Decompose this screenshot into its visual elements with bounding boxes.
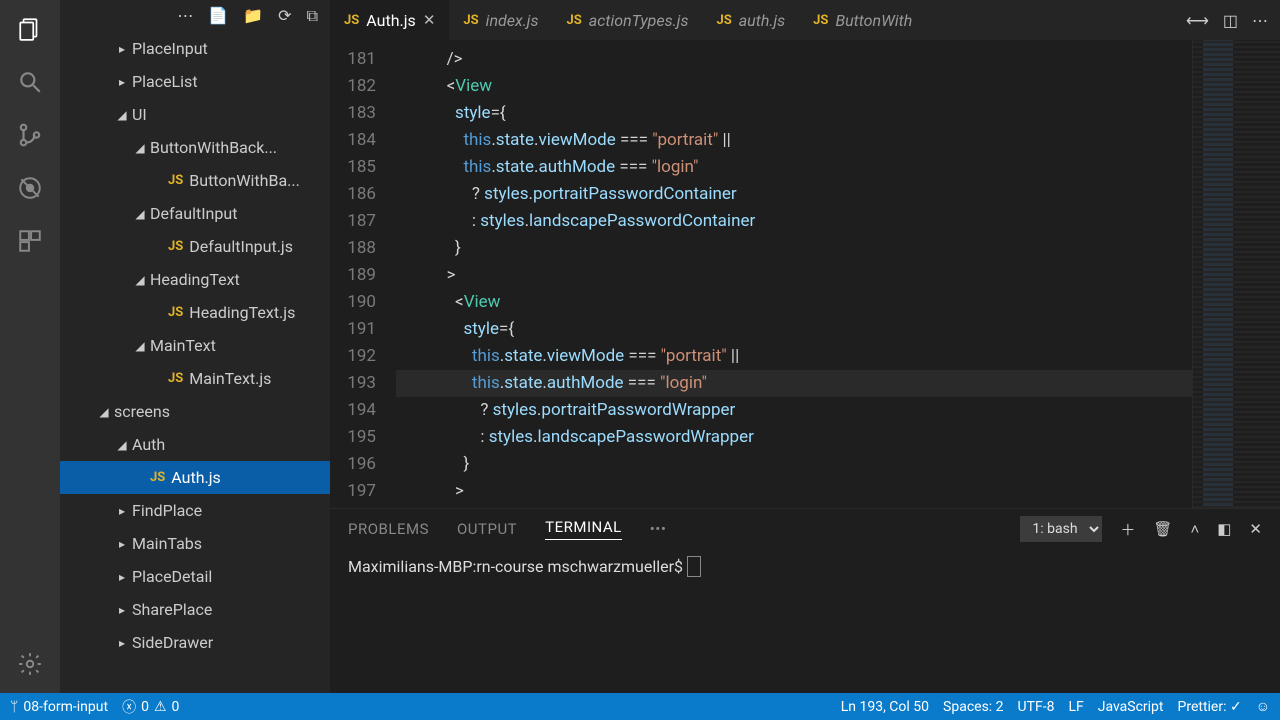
editor-tab[interactable]: JSButtonWith	[799, 0, 926, 40]
twist-icon: ▸	[116, 603, 128, 617]
panel-tab-problems[interactable]: PROBLEMS	[348, 520, 429, 538]
js-file-icon: JS	[168, 239, 183, 254]
panel-tab-output[interactable]: OUTPUT	[457, 520, 517, 538]
file-item[interactable]: JSButtonWithBa...	[60, 164, 330, 197]
panel-more-icon[interactable]: •••	[650, 520, 667, 538]
twist-icon: ◢	[116, 108, 128, 122]
language-status[interactable]: JavaScript	[1098, 699, 1164, 715]
more-icon[interactable]: ⋯	[177, 6, 193, 26]
file-tree: ▸PlaceInput▸PlaceList◢UI◢ButtonWithBack.…	[60, 32, 330, 669]
source-control-icon[interactable]	[16, 121, 44, 149]
explorer-sidebar: ⋯ 📄 📁 ⟳ ⧉ ▸PlaceInput▸PlaceList◢UI◢Butto…	[60, 0, 330, 693]
prettier-status[interactable]: Prettier: ✓	[1178, 699, 1242, 715]
extensions-icon[interactable]	[16, 227, 44, 255]
editor-tab[interactable]: JSindex.js	[449, 0, 552, 40]
terminal-select[interactable]: 1: bash	[1020, 516, 1102, 542]
twist-icon: ▸	[116, 75, 128, 89]
folder-item[interactable]: ▸MainTabs	[60, 527, 330, 560]
folder-item[interactable]: ◢DefaultInput	[60, 197, 330, 230]
editor-area: JSAuth.js✕JSindex.jsJSactionTypes.jsJSau…	[330, 0, 1280, 693]
js-file-icon: JS	[567, 13, 582, 28]
file-item[interactable]: JSDefaultInput.js	[60, 230, 330, 263]
folder-item[interactable]: ▸SharePlace	[60, 593, 330, 626]
twist-icon: ◢	[134, 207, 146, 221]
twist-icon: ▸	[116, 537, 128, 551]
folder-item[interactable]: ▸PlaceInput	[60, 32, 330, 65]
bottom-panel: PROBLEMS OUTPUT TERMINAL ••• 1: bash ＋ 🗑…	[330, 508, 1280, 693]
file-item[interactable]: JSHeadingText.js	[60, 296, 330, 329]
editor-tab[interactable]: JSAuth.js✕	[330, 0, 449, 40]
collapse-icon[interactable]: ⧉	[307, 6, 318, 26]
encoding-status[interactable]: UTF-8	[1018, 699, 1055, 715]
more-actions-icon[interactable]: ⋯	[1252, 11, 1268, 30]
activity-bar	[0, 0, 60, 693]
explorer-icon[interactable]	[16, 15, 44, 43]
problems-status[interactable]: ⓧ 0 ⚠ 0	[122, 697, 179, 717]
twist-icon: ▸	[116, 636, 128, 650]
panel-close-icon[interactable]: ✕	[1249, 520, 1262, 538]
new-folder-icon[interactable]: 📁	[243, 6, 263, 26]
editor-tabs: JSAuth.js✕JSindex.jsJSactionTypes.jsJSau…	[330, 0, 1280, 40]
new-terminal-icon[interactable]: ＋	[1120, 519, 1135, 540]
js-file-icon: JS	[150, 470, 165, 485]
twist-icon: ◢	[134, 339, 146, 353]
editor-tab[interactable]: JSactionTypes.js	[553, 0, 703, 40]
code-editor[interactable]: /> <View style={ this.state.viewMode ===…	[386, 40, 1192, 508]
twist-icon: ▸	[116, 504, 128, 518]
close-icon[interactable]: ✕	[423, 11, 436, 29]
folder-item[interactable]: ◢Auth	[60, 428, 330, 461]
folder-item[interactable]: ◢ButtonWithBack...	[60, 131, 330, 164]
twist-icon: ▸	[116, 570, 128, 584]
js-file-icon: JS	[716, 13, 731, 28]
refresh-icon[interactable]: ⟳	[278, 6, 291, 26]
debug-icon[interactable]	[16, 174, 44, 202]
explorer-toolbar: ⋯ 📄 📁 ⟳ ⧉	[60, 0, 330, 32]
folder-item[interactable]: ▸FindPlace	[60, 494, 330, 527]
js-file-icon: JS	[813, 13, 828, 28]
settings-gear-icon[interactable]	[16, 650, 44, 678]
eol-status[interactable]: LF	[1068, 699, 1083, 715]
split-editor-icon[interactable]: ◫	[1223, 11, 1238, 30]
minimap[interactable]	[1192, 40, 1280, 508]
feedback-icon[interactable]: ☺	[1256, 698, 1270, 715]
js-file-icon: JS	[463, 13, 478, 28]
folder-item[interactable]: ▸SideDrawer	[60, 626, 330, 659]
cursor-position[interactable]: Ln 193, Col 50	[841, 699, 929, 715]
kill-terminal-icon[interactable]: 🗑	[1153, 520, 1172, 538]
file-item[interactable]: JSAuth.js	[60, 461, 330, 494]
search-icon[interactable]	[16, 68, 44, 96]
folder-item[interactable]: ▸PlaceDetail	[60, 560, 330, 593]
js-file-icon: JS	[168, 305, 183, 320]
compare-icon[interactable]: ⟷	[1186, 11, 1209, 30]
line-gutter: 1811821831841851861871881891901911921931…	[330, 40, 386, 508]
twist-icon: ◢	[116, 438, 128, 452]
js-file-icon: JS	[168, 173, 183, 188]
terminal[interactable]: Maximilians-MBP:rn-course mschwarzmuelle…	[330, 549, 1280, 693]
git-branch[interactable]: ᛘ 08-form-input	[10, 699, 108, 715]
indent-status[interactable]: Spaces: 2	[943, 699, 1004, 715]
js-file-icon: JS	[344, 13, 359, 28]
js-file-icon: JS	[168, 371, 183, 386]
status-bar: ᛘ 08-form-input ⓧ 0 ⚠ 0 Ln 193, Col 50 S…	[0, 693, 1280, 720]
twist-icon: ▸	[116, 42, 128, 56]
panel-up-icon[interactable]: ˄	[1190, 520, 1199, 538]
new-file-icon[interactable]: 📄	[208, 6, 228, 26]
panel-split-icon[interactable]: ◧	[1217, 520, 1231, 538]
folder-item[interactable]: ◢screens	[60, 395, 330, 428]
twist-icon: ◢	[134, 141, 146, 155]
folder-item[interactable]: ▸PlaceList	[60, 65, 330, 98]
folder-item[interactable]: ◢HeadingText	[60, 263, 330, 296]
folder-item[interactable]: ◢MainText	[60, 329, 330, 362]
panel-tab-terminal[interactable]: TERMINAL	[545, 518, 622, 540]
file-item[interactable]: JSMainText.js	[60, 362, 330, 395]
twist-icon: ◢	[134, 273, 146, 287]
twist-icon: ◢	[98, 405, 110, 419]
folder-item[interactable]: ◢UI	[60, 98, 330, 131]
editor-tab[interactable]: JSauth.js	[702, 0, 799, 40]
